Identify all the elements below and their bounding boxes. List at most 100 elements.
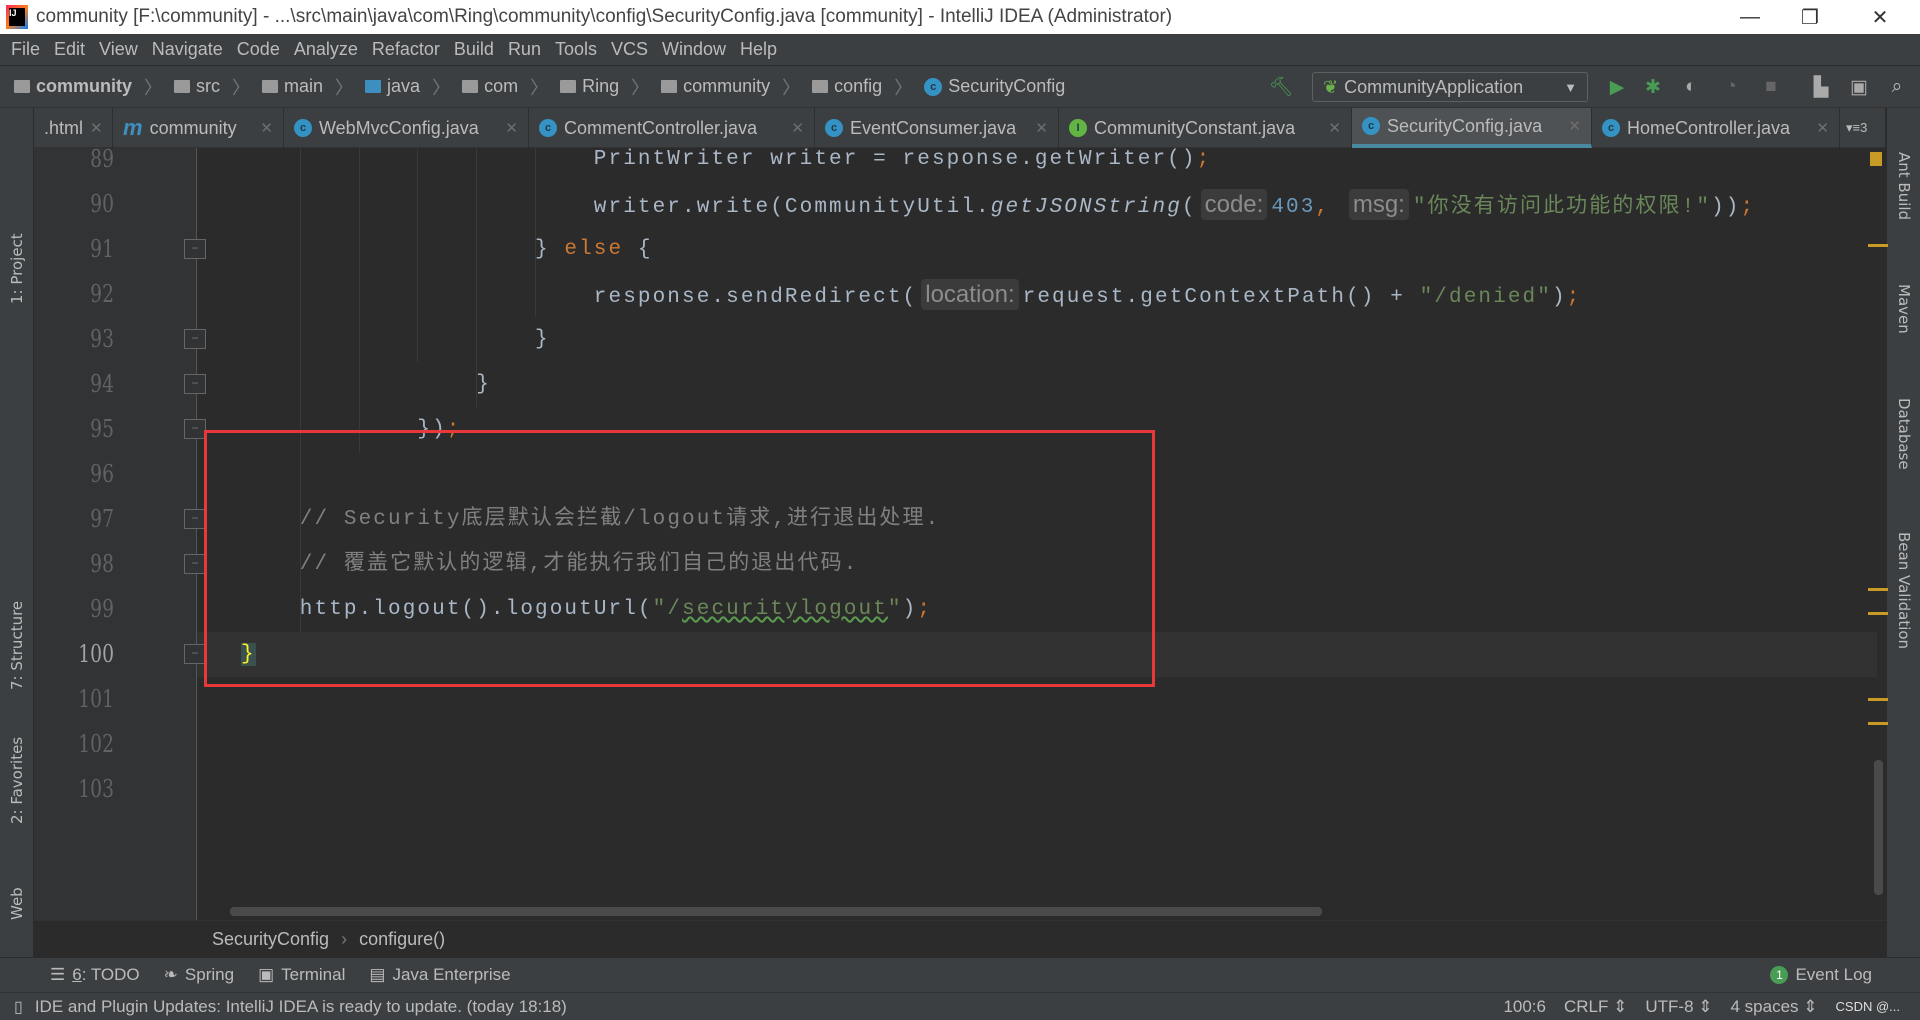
tool-maven[interactable]: Maven — [1895, 284, 1913, 334]
code-token: getJSONString — [990, 196, 1182, 219]
error-stripe-mark[interactable] — [1868, 588, 1888, 591]
vertical-scrollbar[interactable] — [1874, 760, 1883, 895]
fold-marker-icon[interactable]: − — [184, 509, 206, 529]
breadcrumb-item[interactable]: com — [462, 76, 518, 97]
minimize-button[interactable]: — — [1720, 0, 1780, 34]
code-text: } — [476, 362, 491, 407]
tool-database[interactable]: Database — [1895, 398, 1913, 470]
class-icon: c — [1602, 119, 1620, 137]
crumb-class[interactable]: SecurityConfig — [212, 929, 329, 950]
breadcrumb-item[interactable]: java — [365, 76, 420, 97]
menu-window[interactable]: Window — [655, 39, 733, 60]
breadcrumb-item[interactable]: Ring — [560, 76, 619, 97]
event-log-button[interactable]: 1 Event Log — [1770, 965, 1872, 985]
menu-help[interactable]: Help — [733, 39, 784, 60]
close-tab-icon[interactable]: ✕ — [791, 119, 804, 137]
close-button[interactable]: ✕ — [1850, 0, 1910, 34]
close-tab-icon[interactable]: ✕ — [505, 119, 518, 137]
coverage-icon[interactable]: ◐ — [1680, 76, 1702, 98]
tool-favorites[interactable]: 2: Favorites — [8, 737, 26, 824]
profile-icon[interactable]: ◔ — [1720, 76, 1742, 98]
spring-tool-button[interactable]: ❧ Spring — [164, 965, 234, 985]
fold-marker-icon[interactable]: − — [184, 329, 206, 349]
breadcrumb-item[interactable]: community — [661, 76, 770, 97]
tool-web[interactable]: Web — [8, 887, 26, 920]
close-tab-icon[interactable]: ✕ — [1816, 119, 1829, 137]
close-tab-icon[interactable]: ✕ — [1568, 117, 1581, 135]
line-number: 93 — [90, 325, 114, 353]
debug-icon[interactable]: ✱ — [1642, 76, 1664, 98]
breadcrumb-item[interactable]: src — [174, 76, 220, 97]
menu-navigate[interactable]: Navigate — [145, 39, 230, 60]
fold-marker-icon[interactable]: − — [184, 374, 206, 394]
file-encoding[interactable]: UTF-8 ⇕ — [1645, 997, 1712, 1017]
toggle-tool-windows-icon[interactable]: ▯ — [14, 997, 23, 1017]
tab-communityconstant-java[interactable]: I CommunityConstant.java ✕ — [1059, 108, 1352, 148]
menu-run[interactable]: Run — [501, 39, 548, 60]
indent-setting[interactable]: 4 spaces ⇕ — [1731, 997, 1818, 1017]
close-tab-icon[interactable]: ✕ — [260, 119, 273, 137]
chevron-down-icon: ▼ — [1564, 79, 1577, 95]
tab-html[interactable]: .html ✕ — [34, 108, 113, 148]
code-token: } — [476, 373, 491, 396]
tab-homecontroller-java[interactable]: c HomeController.java ✕ — [1592, 108, 1840, 148]
fold-marker-icon[interactable]: − — [184, 239, 206, 259]
run-icon[interactable]: ▶ — [1606, 76, 1628, 98]
fold-marker-icon[interactable]: − — [184, 644, 206, 664]
close-tab-icon[interactable]: ✕ — [1328, 119, 1341, 137]
indent-guide — [358, 148, 360, 452]
build-hammer-icon[interactable]: 🔨︎ — [1269, 76, 1293, 98]
terminal-tool-button[interactable]: ▣ Terminal — [258, 965, 345, 985]
error-stripe-mark[interactable] — [1868, 612, 1888, 615]
close-tab-icon[interactable]: ✕ — [90, 119, 103, 137]
tab-label: .html — [44, 117, 84, 138]
menu-file[interactable]: File — [4, 39, 47, 60]
search-icon[interactable]: ⌕ — [1886, 76, 1908, 98]
error-stripe-mark[interactable] — [1868, 722, 1888, 725]
breadcrumb-item[interactable]: community — [14, 76, 132, 97]
tab-commentcontroller-java[interactable]: c CommentController.java ✕ — [529, 108, 815, 148]
tabs-overflow-button[interactable]: ▾≡3 — [1840, 108, 1886, 148]
java-enterprise-tool-button[interactable]: ▤ Java Enterprise — [369, 965, 510, 985]
tool-bean-validation[interactable]: Bean Validation — [1895, 532, 1913, 649]
close-tab-icon[interactable]: ✕ — [1035, 119, 1048, 137]
tab-webmvcconfig-java[interactable]: c WebMvcConfig.java ✕ — [284, 108, 529, 148]
menu-tools[interactable]: Tools — [548, 39, 604, 60]
tab-eventconsumer-java[interactable]: c EventConsumer.java ✕ — [815, 108, 1059, 148]
tab-securityconfig-java[interactable]: c SecurityConfig.java ✕ — [1352, 108, 1592, 148]
run-configuration-select[interactable]: ❦ CommunityApplication ▼ — [1312, 72, 1588, 102]
project-structure-icon[interactable]: ▙ — [1810, 76, 1832, 98]
code-line: 102 — [34, 722, 1886, 767]
menu-analyze[interactable]: Analyze — [287, 39, 365, 60]
horizontal-scrollbar[interactable] — [230, 907, 1322, 916]
breadcrumb-item[interactable]: main — [262, 76, 323, 97]
todo-tool-button[interactable]: ☰ 6: TODO — [50, 965, 140, 985]
tool-project[interactable]: 1: Project — [8, 233, 26, 304]
tool-ant-build[interactable]: Ant Build — [1895, 152, 1913, 220]
breadcrumb-item[interactable]: config — [812, 76, 882, 97]
tab-label: EventConsumer.java — [850, 117, 1017, 138]
run-anything-icon[interactable]: ▣ — [1848, 76, 1870, 98]
menu-edit[interactable]: Edit — [47, 39, 92, 60]
error-stripe-mark[interactable] — [1868, 698, 1888, 701]
menu-code[interactable]: Code — [230, 39, 287, 60]
caret-position[interactable]: 100:6 — [1503, 997, 1546, 1017]
line-separator[interactable]: CRLF ⇕ — [1564, 997, 1627, 1017]
menu-build[interactable]: Build — [447, 39, 501, 60]
restore-button[interactable]: ❐ — [1780, 0, 1840, 34]
stop-icon[interactable]: ■ — [1760, 76, 1782, 98]
breadcrumb-item[interactable]: c SecurityConfig — [924, 76, 1065, 97]
menu-vcs[interactable]: VCS — [604, 39, 655, 60]
crumb-method[interactable]: configure() — [359, 929, 445, 950]
error-stripe-mark[interactable] — [1868, 244, 1888, 247]
status-message[interactable]: IDE and Plugin Updates: IntelliJ IDEA is… — [35, 997, 567, 1017]
highlight-annotation-box — [204, 430, 1155, 687]
code-text: } else { — [535, 227, 653, 272]
fold-marker-icon[interactable]: − — [184, 419, 206, 439]
menu-refactor[interactable]: Refactor — [365, 39, 447, 60]
tool-structure[interactable]: 7: Structure — [8, 601, 26, 690]
menu-view[interactable]: View — [92, 39, 145, 60]
folder-icon — [462, 80, 479, 93]
fold-marker-icon[interactable]: − — [184, 554, 206, 574]
tab-community[interactable]: m community ✕ — [113, 108, 284, 148]
